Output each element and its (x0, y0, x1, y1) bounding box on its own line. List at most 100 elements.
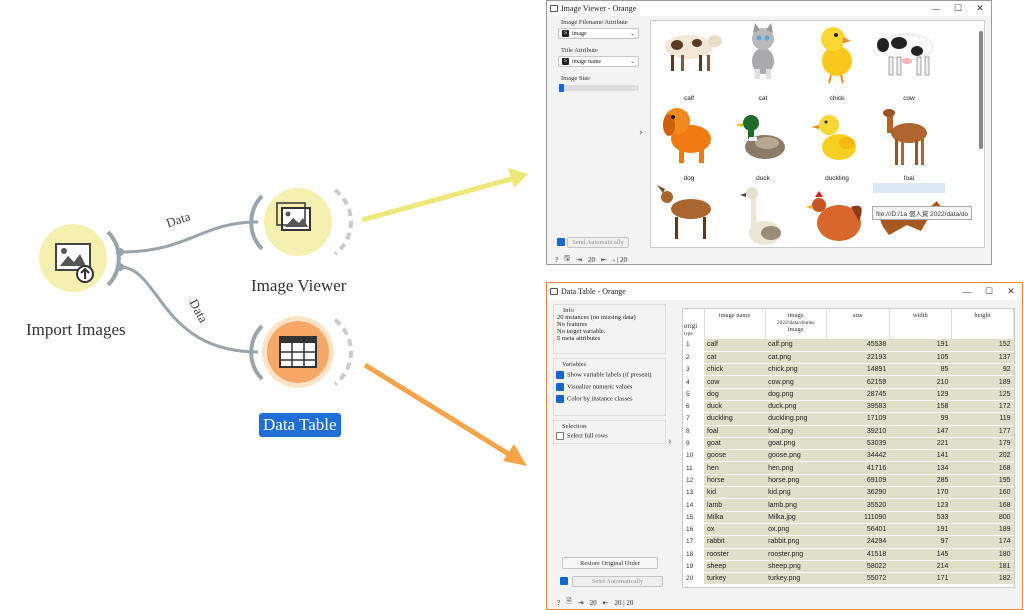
table-row[interactable]: 5 dog dog.png 28745 129 125 (683, 388, 1014, 401)
collapse-panel-icon[interactable]: › (639, 126, 643, 138)
table-cell[interactable]: hen.png (765, 461, 827, 475)
column-header-image[interactable]: image 2022/data/domes image (765, 309, 827, 339)
table-cell[interactable]: 179 (951, 437, 1014, 451)
maximize-icon[interactable]: ☐ (978, 286, 1000, 297)
row-number[interactable]: 19 (683, 560, 705, 574)
color-by-class-checkbox[interactable] (556, 395, 564, 403)
table-cell[interactable]: Milka (704, 511, 766, 524)
row-number[interactable]: 1 (683, 339, 705, 352)
table-row[interactable]: 1 calf calf.png 45538 191 152 (683, 339, 1014, 352)
column-header-size[interactable]: size (826, 309, 890, 339)
table-cell[interactable]: 28745 (826, 388, 890, 401)
row-number[interactable]: 7 (683, 412, 705, 426)
table-cell[interactable]: rabbit.png (765, 535, 827, 549)
table-cell[interactable]: 177 (951, 425, 1014, 438)
table-cell[interactable]: 35520 (826, 498, 890, 512)
table-cell[interactable]: 58022 (826, 560, 890, 574)
table-cell[interactable]: goose (704, 449, 766, 463)
table-cell[interactable]: 170 (889, 486, 952, 500)
table-cell[interactable]: 152 (951, 339, 1014, 352)
table-cell[interactable]: 36290 (826, 486, 890, 500)
row-number[interactable]: 18 (683, 548, 705, 561)
row-number[interactable]: 14 (683, 498, 705, 512)
table-cell[interactable]: 125 (951, 388, 1014, 401)
table-cell[interactable]: 168 (951, 498, 1014, 512)
table-cell[interactable]: 99 (889, 412, 952, 426)
auto-send-checkbox[interactable] (557, 238, 565, 246)
save-icon[interactable]: 🖫 (564, 254, 570, 265)
table-cell[interactable]: 168 (951, 461, 1014, 475)
table-cell[interactable]: 214 (889, 560, 952, 574)
table-cell[interactable]: duckling (704, 412, 766, 426)
table-cell[interactable]: lamb.png (765, 498, 827, 512)
table-cell[interactable]: 24294 (826, 535, 890, 549)
table-cell[interactable]: duck (704, 400, 766, 414)
table-cell[interactable]: 55072 (826, 572, 890, 586)
table-row[interactable]: 19 sheep sheep.png 58022 214 181 (683, 560, 1014, 574)
table-row[interactable]: 16 ox ox.png 56401 191 189 (683, 523, 1014, 537)
send-automatically-button[interactable]: Send Automatically (567, 237, 629, 248)
table-cell[interactable]: 191 (889, 339, 952, 352)
table-cell[interactable]: kid.png (765, 486, 827, 500)
row-number[interactable]: 6 (683, 400, 705, 414)
table-cell[interactable]: cow (704, 375, 766, 389)
table-cell[interactable]: ox (704, 523, 766, 537)
table-cell[interactable]: turkey.png (765, 572, 827, 586)
table-cell[interactable]: horse (704, 474, 766, 488)
select-full-rows-checkbox[interactable] (556, 432, 564, 440)
table-cell[interactable]: rooster (704, 548, 766, 561)
table-cell[interactable]: 129 (889, 388, 952, 401)
maximize-icon[interactable]: ☐ (947, 3, 969, 14)
table-cell[interactable]: 160 (951, 486, 1014, 500)
table-cell[interactable]: duckling.png (765, 412, 827, 426)
send-automatically-button[interactable]: Send Automatically (572, 576, 663, 587)
table-cell[interactable]: 39210 (826, 425, 890, 438)
column-header-image-name[interactable]: image name (704, 309, 766, 339)
row-number[interactable]: 3 (683, 363, 705, 377)
table-cell[interactable]: 105 (889, 351, 952, 365)
column-header-width[interactable]: width (889, 309, 952, 339)
column-header-height[interactable]: height (951, 309, 1014, 339)
table-cell[interactable]: 123 (889, 498, 952, 512)
table-cell[interactable]: rabbit (704, 535, 766, 549)
table-cell[interactable]: chick.png (765, 363, 827, 377)
table-cell[interactable]: goat (704, 437, 766, 451)
table-cell[interactable]: 189 (951, 523, 1014, 537)
table-row[interactable]: 4 cow cow.png 62159 210 189 (683, 375, 1014, 389)
table-cell[interactable]: 182 (951, 572, 1014, 586)
row-number[interactable]: 10 (683, 449, 705, 463)
row-number[interactable]: 4 (683, 375, 705, 389)
table-cell[interactable]: 181 (951, 560, 1014, 574)
table-cell[interactable]: cat (704, 351, 766, 365)
show-labels-checkbox[interactable] (556, 371, 564, 379)
row-number[interactable]: 17 (683, 535, 705, 549)
table-cell[interactable]: horse.png (765, 474, 827, 488)
table-row[interactable]: 17 rabbit rabbit.png 24294 97 174 (683, 535, 1014, 549)
table-cell[interactable]: sheep (704, 560, 766, 574)
table-cell[interactable]: 210 (889, 375, 952, 389)
table-cell[interactable]: dog.png (765, 388, 827, 401)
table-cell[interactable]: cow.png (765, 375, 827, 389)
table-cell[interactable]: 158 (889, 400, 952, 414)
table-row[interactable]: 2 cat cat.png 22193 105 137 (683, 351, 1014, 365)
table-cell[interactable]: 147 (889, 425, 952, 438)
row-number[interactable]: 5 (683, 388, 705, 401)
table-cell[interactable]: 45538 (826, 339, 890, 352)
table-row[interactable]: 9 goat goat.png 53039 221 179 (683, 437, 1014, 451)
table-cell[interactable]: turkey (704, 572, 766, 586)
table-cell[interactable]: 134 (889, 461, 952, 475)
table-cell[interactable]: 39583 (826, 400, 890, 414)
table-cell[interactable]: goose.png (765, 449, 827, 463)
table-cell[interactable]: foal (704, 425, 766, 438)
table-cell[interactable]: 22193 (826, 351, 890, 365)
collapse-panel-icon[interactable]: › (668, 435, 672, 447)
table-cell[interactable]: 41518 (826, 548, 890, 561)
table-cell[interactable]: 174 (951, 535, 1014, 549)
table-cell[interactable]: 69109 (826, 474, 890, 488)
help-icon[interactable]: ? (555, 256, 558, 264)
table-cell[interactable]: 119 (951, 412, 1014, 426)
table-cell[interactable]: Milka.jpg (765, 511, 827, 524)
row-number[interactable]: 20 (683, 572, 705, 586)
table-cell[interactable]: 533 (889, 511, 952, 524)
table-row[interactable]: 3 chick chick.png 14891 85 92 (683, 363, 1014, 377)
